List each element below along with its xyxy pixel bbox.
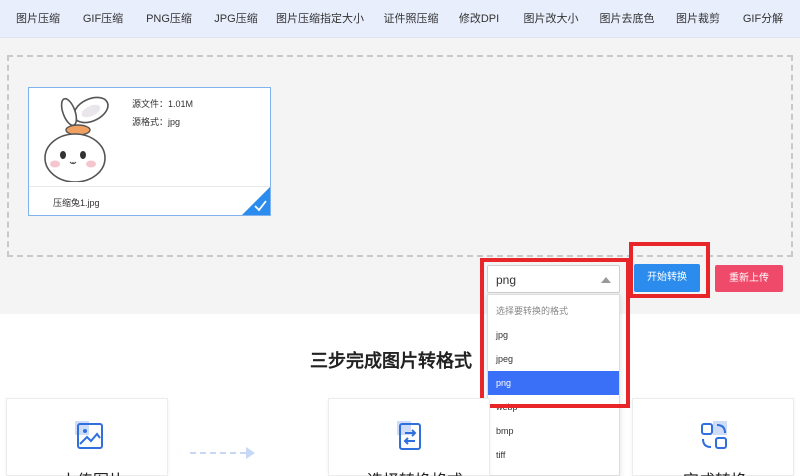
- format-option-jpg[interactable]: jpg: [488, 323, 619, 347]
- format-option-bmp[interactable]: bmp: [488, 419, 619, 443]
- nav-item-png-compress[interactable]: PNG压缩: [146, 0, 192, 38]
- top-nav: 图片压缩 GIF压缩 PNG压缩 JPG压缩 图片压缩指定大小 证件照压缩 修改…: [0, 0, 800, 38]
- reupload-button[interactable]: 重新上传: [715, 265, 783, 292]
- format-select[interactable]: png: [487, 265, 620, 293]
- format-option-png[interactable]: png: [488, 371, 619, 395]
- step-card-complete: 完成转换: [632, 398, 794, 476]
- step-card-select-format: 选择转换格式: [328, 398, 490, 476]
- format-option-hint: 选择要转换的格式: [496, 306, 569, 316]
- file-convert-icon: [397, 421, 421, 450]
- caret-up-icon: [601, 277, 611, 283]
- nav-item-compress-to-size[interactable]: 图片压缩指定大小: [276, 0, 364, 38]
- step-card-upload: 上传图片: [6, 398, 168, 476]
- step-label-complete: 完成转换: [683, 467, 747, 476]
- nav-item-change-dpi[interactable]: 修改DPI: [459, 0, 499, 38]
- nav-item-crop[interactable]: 图片裁剪: [676, 0, 720, 38]
- step-connector-1: [190, 452, 246, 454]
- file-size: 源文件：1.01M: [132, 99, 194, 109]
- start-convert-button[interactable]: 开始转换: [634, 264, 700, 292]
- nav-item-image-compress[interactable]: 图片压缩: [16, 0, 60, 38]
- file-info: 源文件：1.01M 源格式：jpg: [132, 95, 193, 131]
- file-format: 源格式：jpg: [132, 117, 181, 127]
- step-arrow-1: [246, 447, 255, 459]
- format-option-tiff[interactable]: tiff: [488, 443, 619, 467]
- image-upload-icon: [75, 421, 103, 449]
- step-label-select-format: 选择转换格式: [367, 467, 463, 476]
- nav-item-jpg-compress[interactable]: JPG压缩: [214, 0, 257, 38]
- nav-item-remove-background[interactable]: 图片去底色: [600, 0, 655, 38]
- file-card[interactable]: 源文件：1.01M 源格式：jpg 压缩兔1.jpg: [28, 87, 271, 216]
- format-option-jpeg[interactable]: jpeg: [488, 347, 619, 371]
- format-option-webp[interactable]: webp: [488, 395, 619, 419]
- file-name: 压缩兔1.jpg: [53, 198, 100, 208]
- section-title: 三步完成图片转格式: [310, 351, 472, 371]
- selected-check-icon: [242, 187, 270, 215]
- bunny-thumbnail: [33, 92, 119, 182]
- nav-item-gif-split[interactable]: GIF分解: [743, 0, 783, 38]
- file-name-row: 压缩兔1.jpg: [29, 186, 270, 216]
- format-select-value: png: [496, 273, 517, 287]
- nav-item-id-photo-compress[interactable]: 证件照压缩: [384, 0, 439, 38]
- convert-complete-icon: [701, 421, 727, 449]
- format-dropdown: 选择要转换的格式 jpg jpeg png webp bmp tiff: [487, 294, 620, 476]
- nav-item-resize[interactable]: 图片改大小: [524, 0, 579, 38]
- step-label-upload: 上传图片: [61, 467, 125, 476]
- nav-item-gif-compress[interactable]: GIF压缩: [83, 0, 123, 38]
